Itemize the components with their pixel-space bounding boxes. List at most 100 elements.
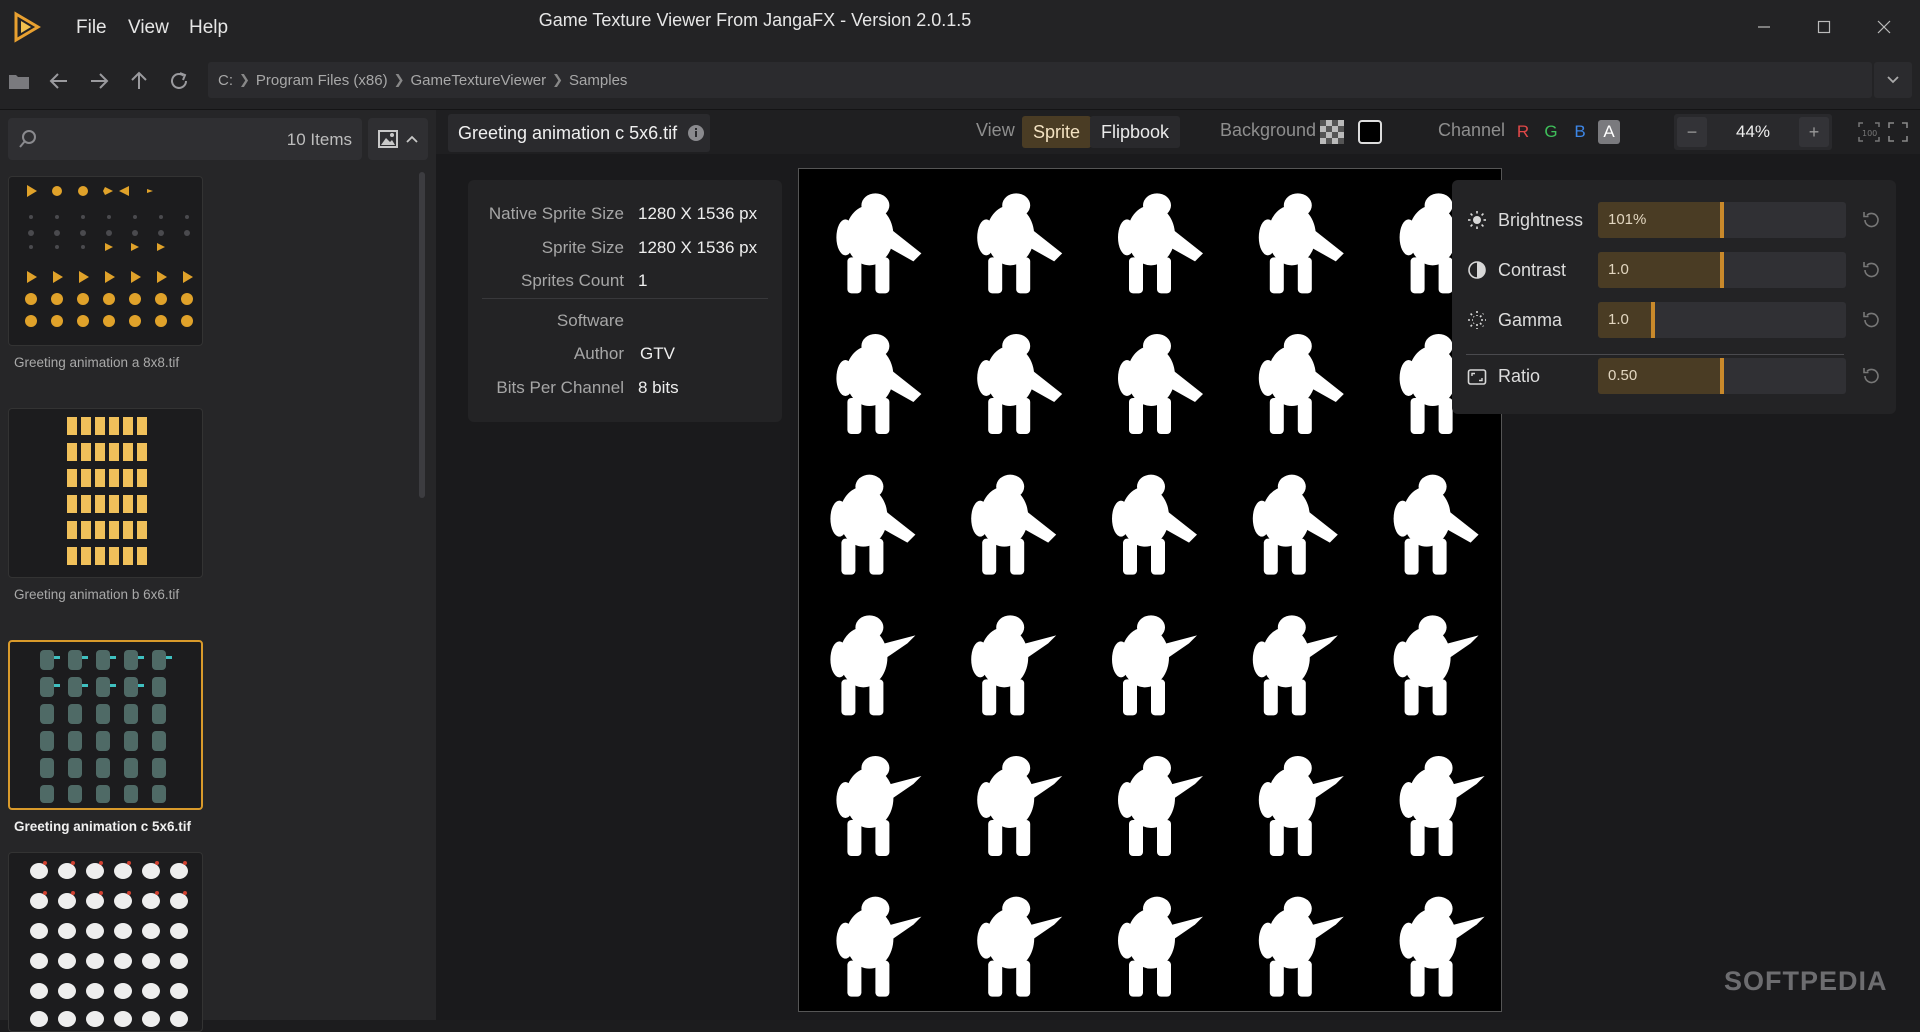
- fit-to-screen-icon[interactable]: [1888, 122, 1908, 142]
- up-arrow-icon[interactable]: [124, 66, 154, 96]
- view-mode-flipbook[interactable]: Flipbook: [1090, 116, 1181, 148]
- view-mode-sprite[interactable]: Sprite: [1022, 116, 1092, 148]
- reset-brightness-icon[interactable]: [1858, 207, 1884, 233]
- sprite-frame: [971, 474, 1057, 575]
- actual-size-icon[interactable]: 100: [1858, 122, 1880, 142]
- sprite-frame: [1258, 334, 1344, 434]
- author-value: GTV: [640, 344, 675, 363]
- zoom-level: 44%: [1735, 122, 1771, 141]
- slider-handle[interactable]: [1720, 358, 1724, 394]
- brightness-value: 101%: [1608, 211, 1647, 228]
- aspect-ratio-icon: [1466, 366, 1488, 388]
- folder-icon[interactable]: [4, 66, 34, 96]
- bits-per-channel-label: Bits Per Channel: [496, 378, 624, 397]
- breadcrumb-item[interactable]: C:: [218, 72, 233, 89]
- thumbnail-label: Greeting animation b 6x6.tif: [14, 587, 180, 602]
- sprite-frame: [977, 896, 1063, 997]
- forward-arrow-icon[interactable]: [84, 66, 114, 96]
- contrast-slider[interactable]: 1.0: [1598, 252, 1846, 288]
- breadcrumb[interactable]: C: ❯ Program Files (x86) ❯ GameTextureVi…: [208, 62, 1872, 98]
- close-button[interactable]: [1864, 12, 1904, 42]
- channel-label: Channel: [1438, 120, 1506, 140]
- author-label: Author: [573, 344, 624, 363]
- channel-r-button[interactable]: R: [1512, 120, 1534, 144]
- divider: [1466, 354, 1844, 355]
- sprite-frame: [1399, 896, 1485, 997]
- navigation-bar: C: ❯ Program Files (x86) ❯ GameTextureVi…: [0, 54, 1920, 110]
- thumbnail-label: Greeting animation c 5x6.tif: [14, 819, 192, 834]
- adjustments-panel: Brightness 101% Contrast 1.0 Gamma 1.0 R…: [1452, 180, 1896, 414]
- window-title: Game Texture Viewer From JangaFX - Versi…: [538, 10, 972, 30]
- sprite-frame: [1258, 756, 1344, 856]
- sprite-frame: [836, 756, 922, 856]
- thumbnail-label: Greeting animation a 8x8.tif: [14, 355, 180, 370]
- search-input[interactable]: 10 Items: [8, 118, 362, 160]
- sprite-frame: [830, 615, 916, 716]
- chevron-right-icon: ❯: [239, 72, 250, 87]
- breadcrumb-item[interactable]: GameTextureViewer: [411, 72, 547, 89]
- brightness-slider[interactable]: 101%: [1598, 202, 1846, 238]
- brightness-label: Brightness: [1498, 210, 1584, 230]
- thumbnail-view-toggle[interactable]: [368, 118, 428, 160]
- sprite-frame: [971, 615, 1057, 716]
- watermark: SOFTPEDIA: [1724, 966, 1888, 996]
- items-count: 10 Items: [286, 130, 352, 149]
- reset-gamma-icon[interactable]: [1858, 307, 1884, 333]
- path-dropdown-button[interactable]: [1874, 62, 1912, 98]
- software-label: Software: [556, 311, 624, 330]
- divider: [482, 298, 768, 299]
- native-sprite-size-value: 1280 X 1536 px: [638, 204, 758, 223]
- info-icon[interactable]: [687, 124, 705, 142]
- channel-b-button[interactable]: B: [1569, 120, 1591, 144]
- chevron-right-icon: ❯: [552, 72, 564, 87]
- zoom-in-button[interactable]: +: [1799, 117, 1829, 147]
- thumbnail-greeting-c[interactable]: [8, 640, 203, 810]
- chevron-right-icon: ❯: [393, 72, 405, 87]
- zoom-out-button[interactable]: −: [1677, 117, 1707, 147]
- sprite-frame: [1118, 334, 1203, 434]
- sprite-frame: [977, 334, 1063, 434]
- slider-handle[interactable]: [1720, 252, 1724, 288]
- image-icon: [377, 130, 398, 148]
- thumbnail-greeting-b[interactable]: [8, 408, 203, 578]
- texture-info-panel: Native Sprite Size 1280 X 1536 px Sprite…: [468, 180, 782, 422]
- back-arrow-icon[interactable]: [44, 66, 74, 96]
- sidebar-scrollbar[interactable]: [419, 172, 425, 498]
- slider-handle[interactable]: [1720, 202, 1724, 238]
- channel-a-button[interactable]: A: [1598, 120, 1620, 144]
- contrast-icon: [1466, 259, 1488, 281]
- breadcrumb-item[interactable]: Program Files (x86): [256, 72, 388, 89]
- contrast-value: 1.0: [1608, 261, 1629, 278]
- ratio-slider[interactable]: 0.50: [1598, 358, 1846, 394]
- thumbnail-greeting-a[interactable]: [8, 176, 203, 346]
- sprite-frame: [1258, 896, 1344, 997]
- gamma-slider[interactable]: 1.0: [1598, 302, 1846, 338]
- reset-ratio-icon[interactable]: [1858, 363, 1884, 389]
- maximize-button[interactable]: [1804, 12, 1844, 42]
- file-browser-sidebar: 10 Items Greeting animation a 8x8.tif Gr…: [0, 110, 436, 1032]
- sprite-frame: [830, 474, 916, 575]
- file-tab-name: Greeting animation c 5x6.tif: [458, 122, 678, 143]
- black-background-button[interactable]: [1358, 120, 1382, 144]
- gamma-label: Gamma: [1498, 310, 1563, 330]
- ratio-value: 0.50: [1608, 367, 1638, 384]
- sprite-sheet-image: [830, 193, 1485, 997]
- checkerboard-background-button[interactable]: [1320, 120, 1344, 144]
- channel-g-button[interactable]: G: [1540, 120, 1562, 144]
- sprite-frame: [1258, 193, 1344, 294]
- sprite-frame: [836, 193, 922, 294]
- breadcrumb-item[interactable]: Samples: [569, 72, 627, 89]
- minimize-button[interactable]: [1744, 12, 1784, 42]
- thumbnail-chickens[interactable]: [8, 852, 203, 1032]
- sun-icon: [1466, 209, 1488, 231]
- file-tab[interactable]: Greeting animation c 5x6.tif: [448, 114, 710, 152]
- native-sprite-size-label: Native Sprite Size: [488, 204, 624, 223]
- sprite-sheet-canvas[interactable]: [798, 168, 1502, 1012]
- reset-contrast-icon[interactable]: [1858, 257, 1884, 283]
- slider-handle[interactable]: [1651, 302, 1655, 338]
- sprite-frame: [1399, 756, 1485, 856]
- sprite-frame: [1252, 474, 1338, 575]
- refresh-icon[interactable]: [164, 66, 194, 96]
- sprite-frame: [1252, 615, 1338, 716]
- sprites-count-value: 1: [638, 271, 648, 290]
